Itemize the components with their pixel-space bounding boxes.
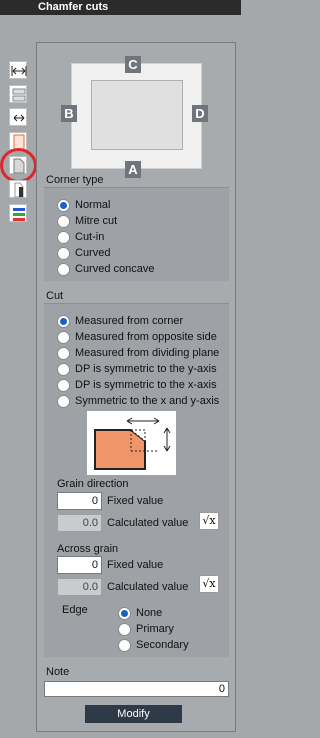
across-fixed-input[interactable]: 0 [57, 556, 102, 574]
edge-panel-icon[interactable] [9, 180, 27, 198]
radio-button[interactable] [57, 314, 70, 328]
color-bars-icon[interactable] [9, 204, 27, 222]
corner-option-curved-concave[interactable]: Curved concave [57, 262, 155, 276]
grain-sqrt-button[interactable]: √x [199, 512, 219, 530]
grain-calculated-value: 0.0 [57, 514, 102, 532]
stacked-panel-icon-graphic [12, 88, 26, 102]
edge-tag-bottom[interactable]: A [125, 161, 141, 178]
chamfer-diagram [87, 411, 176, 475]
edge-tag-left[interactable]: B [61, 105, 77, 122]
cut-option-measured-from-dividing-plane[interactable]: Measured from dividing plane [57, 346, 219, 360]
radio-button[interactable] [57, 262, 70, 276]
across-calculated-label: Calculated value [107, 581, 189, 593]
cut-option-dp-symmetric-x[interactable]: DP is symmetric to the x-axis [57, 378, 217, 392]
edge-tag-right[interactable]: D [192, 105, 208, 122]
across-grain-label: Across grain [57, 543, 119, 555]
modify-button[interactable]: Modify [85, 705, 182, 723]
cut-option-measured-from-opposite-side[interactable]: Measured from opposite side [57, 330, 217, 344]
note-input[interactable]: 0 [44, 681, 229, 697]
panel-preview [71, 63, 202, 169]
chamfer-diagram-graphic [94, 417, 171, 470]
radio-button[interactable] [118, 606, 131, 620]
edge-option-secondary[interactable]: Secondary [118, 638, 189, 652]
radio-button[interactable] [57, 214, 70, 228]
radio-button[interactable] [118, 622, 131, 636]
cut-option-symmetric-xy[interactable]: Symmetric to the x and y-axis [57, 394, 219, 408]
title-bar: Chamfer cuts [0, 0, 241, 15]
edge-option-none[interactable]: None [118, 606, 162, 620]
corner-option-mitre-cut[interactable]: Mitre cut [57, 214, 117, 228]
color-bars-icon-graphic [13, 208, 25, 221]
radio-button[interactable] [57, 330, 70, 344]
edge-label: Edge [62, 604, 88, 616]
stacked-panel-icon[interactable] [9, 85, 27, 103]
edge-panel-icon-graphic [14, 182, 24, 198]
cut-label: Cut [46, 290, 64, 302]
note-label: Note [46, 666, 70, 678]
radio-button[interactable] [57, 198, 70, 212]
radio-button[interactable] [57, 394, 70, 408]
radio-button[interactable] [57, 362, 70, 376]
double-arrow-icon-graphic [11, 66, 27, 76]
radio-button[interactable] [57, 230, 70, 244]
double-arrow-small-icon-graphic [13, 114, 25, 122]
corner-option-cut-in[interactable]: Cut-in [57, 230, 104, 244]
across-sqrt-button[interactable]: √x [199, 575, 219, 593]
highlight-circle [0, 148, 37, 183]
window-title: Chamfer cuts [38, 1, 109, 13]
radio-button[interactable] [118, 638, 131, 652]
panel-preview-inner [91, 80, 183, 150]
across-calculated-value: 0.0 [57, 578, 102, 596]
edge-tag-top[interactable]: C [125, 56, 141, 73]
corner-type-label: Corner type [46, 174, 104, 186]
across-fixed-label: Fixed value [107, 559, 164, 571]
grain-fixed-label: Fixed value [107, 495, 164, 507]
corner-option-curved[interactable]: Curved [57, 246, 110, 260]
grain-calculated-label: Calculated value [107, 517, 189, 529]
grain-direction-label: Grain direction [57, 478, 129, 490]
cut-option-dp-symmetric-y[interactable]: DP is symmetric to the y-axis [57, 362, 217, 376]
edge-option-primary[interactable]: Primary [118, 622, 174, 636]
cut-option-measured-from-corner[interactable]: Measured from corner [57, 314, 183, 328]
double-arrow-small-icon[interactable] [9, 108, 27, 126]
radio-button[interactable] [57, 378, 70, 392]
radio-button[interactable] [57, 346, 70, 360]
grain-fixed-input[interactable]: 0 [57, 492, 102, 510]
corner-option-normal[interactable]: Normal [57, 198, 110, 212]
double-arrow-icon[interactable] [9, 61, 27, 79]
radio-button[interactable] [57, 246, 70, 260]
